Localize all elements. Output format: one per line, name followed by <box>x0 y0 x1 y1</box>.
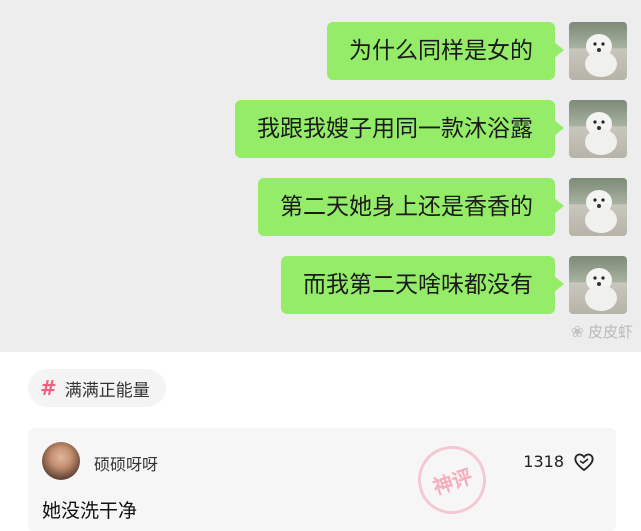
topic-tag-label: 满满正能量 <box>64 380 150 401</box>
like-count: 1318 <box>523 452 564 471</box>
like-heart-icon[interactable] <box>572 450 596 474</box>
comment-text: 她没洗干净 <box>42 500 138 522</box>
message-bubble[interactable]: 我跟我嫂子用同一款沐浴露 <box>235 100 564 158</box>
commenter-avatar[interactable] <box>42 442 80 480</box>
hash-icon: # <box>40 376 57 400</box>
sender-avatar[interactable] <box>569 100 627 158</box>
sender-avatar[interactable] <box>569 256 627 314</box>
app-watermark: ❀ 皮皮虾 <box>571 321 633 342</box>
chat-message: 为什么同样是女的 <box>327 22 627 84</box>
message-bubble[interactable]: 为什么同样是女的 <box>327 22 564 80</box>
paw-icon: ❀ <box>570 322 584 341</box>
featured-comment-stamp: 神评 <box>409 437 495 523</box>
comment-card: 硕硕呀呀 神评 1318 她没洗干净 <box>28 428 616 531</box>
chat-area: 为什么同样是女的 我跟我嫂子用同一款沐浴露 第二天她身上还是香香的 而我第二天啥… <box>0 0 641 352</box>
message-bubble[interactable]: 而我第二天啥味都没有 <box>281 256 564 314</box>
sender-avatar[interactable] <box>569 178 627 236</box>
topic-tag[interactable]: # 满满正能量 <box>28 369 166 407</box>
chat-message: 而我第二天啥味都没有 <box>281 256 627 318</box>
chat-message: 第二天她身上还是香香的 <box>258 178 627 240</box>
sender-avatar[interactable] <box>569 22 627 80</box>
commenter-name[interactable]: 硕硕呀呀 <box>94 451 158 475</box>
message-bubble[interactable]: 第二天她身上还是香香的 <box>258 178 564 236</box>
chat-message: 我跟我嫂子用同一款沐浴露 <box>235 100 627 162</box>
watermark-text: 皮皮虾 <box>587 323 633 341</box>
